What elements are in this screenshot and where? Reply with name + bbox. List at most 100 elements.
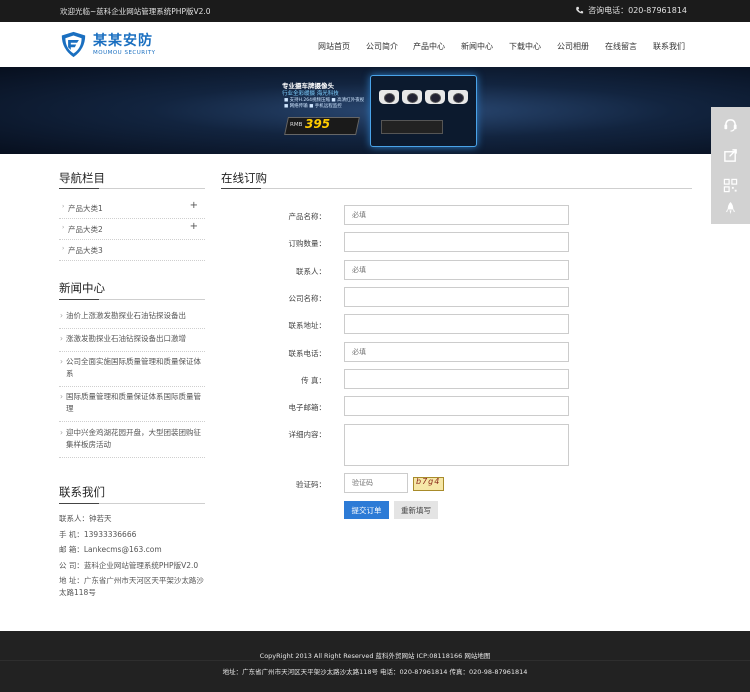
copyright-text: CopyRight 2013 All Right Reserved 蓝科外贸网站…: [259, 652, 491, 660]
sidebar-category-3[interactable]: › 产品大类3: [59, 240, 205, 261]
contact-section-title: 联系我们: [59, 485, 105, 499]
contact-company: 公 司：蓝科企业网站管理系统PHP版V2.0: [59, 560, 199, 570]
nav-download[interactable]: 下载中心: [509, 41, 541, 52]
footer: CopyRight 2013 All Right Reserved 蓝科外贸网站…: [0, 631, 750, 692]
banner-features: ■ 支持H.264视频压缩 ■ 高清红外夜视 ■ 网络传输 ■ 手机远程监控: [284, 98, 364, 110]
field-label: 联系人：: [296, 267, 326, 276]
back-to-top-rocket-icon[interactable]: [723, 201, 738, 216]
news-item[interactable]: › 油价上涨激发勘探业石油钻探设备出: [59, 310, 205, 329]
arrow-right-icon: ›: [60, 428, 63, 437]
site-logo[interactable]: 某某安防 MOUMOU SECURITY: [60, 31, 155, 58]
contact-section-underline: [59, 503, 205, 504]
field-label: 订购数量：: [288, 239, 327, 248]
company-input[interactable]: [344, 287, 569, 307]
banner[interactable]: 专业摄车牌摄像头 行业全彩缓摄 海光科技 ■ 支持H.264视频压缩 ■ 高清红…: [0, 67, 750, 154]
form-row-phone: 联系电话：: [220, 342, 680, 362]
price-value: 395: [305, 117, 331, 131]
news-title[interactable]: 油价上涨激发勘探业石油钻探设备出: [59, 310, 205, 328]
contact-person-input[interactable]: [344, 260, 569, 280]
form-row-email: 电子邮箱：: [220, 396, 680, 416]
captcha-input[interactable]: [344, 473, 408, 493]
price-currency: RMB: [290, 122, 303, 128]
fax-input[interactable]: [344, 369, 569, 389]
news-title[interactable]: 公司全面实施国际质量管理和质量保证体系: [59, 356, 205, 386]
news-title[interactable]: 涨激发勘探业石油钻探设备出口激增: [59, 333, 205, 351]
news-item[interactable]: › 涨激发勘探业石油钻探设备出口激增: [59, 333, 205, 352]
form-row-captcha: 验证码：: [220, 473, 680, 493]
nav-album[interactable]: 公司相册: [557, 41, 589, 52]
captcha-image[interactable]: b7g4: [413, 477, 444, 491]
quantity-input[interactable]: [344, 232, 569, 252]
contact-info: 联系人：钟若天 手 机：13933336666 邮 箱：Lankecms@163…: [59, 513, 205, 598]
reset-form-button[interactable]: 重新填写: [394, 501, 438, 519]
arrow-right-icon: ›: [60, 357, 63, 366]
form-row-address: 联系地址：: [220, 314, 680, 334]
phone-icon: [576, 6, 584, 14]
arrow-right-icon: ›: [60, 334, 63, 343]
category-label: 产品大类2: [68, 225, 103, 234]
nav-about[interactable]: 公司简介: [366, 41, 398, 52]
news-section-underline: [59, 299, 205, 300]
phone-info: 咨询电话：020-87961814: [575, 5, 687, 16]
side-toolbar: [711, 107, 750, 224]
phone-text: 咨询电话：020-87961814: [588, 6, 687, 15]
field-label: 验证码：: [296, 480, 326, 489]
news-item[interactable]: › 国际质量管理和质量保证体系国际质量管理: [59, 391, 205, 422]
share-icon[interactable]: [723, 148, 738, 163]
category-label: 产品大类1: [68, 204, 103, 213]
field-label: 传 真：: [301, 376, 326, 385]
address-input[interactable]: [344, 314, 569, 334]
nav-message[interactable]: 在线留言: [605, 41, 637, 52]
banner-subtitle: 行业全彩缓摄 海光科技: [282, 91, 339, 97]
nav-section-title: 导航栏目: [59, 171, 105, 185]
form-row-contact-person: 联系人：: [220, 260, 680, 280]
news-title[interactable]: 国际质量管理和质量保证体系国际质量管理: [59, 391, 205, 421]
field-label: 公司名称：: [288, 294, 327, 303]
page-title-underline: [221, 188, 692, 189]
phone-input[interactable]: [344, 342, 569, 362]
nav-products[interactable]: 产品中心: [413, 41, 445, 52]
field-label: 电子邮箱：: [288, 403, 327, 412]
logo-name-en: MOUMOU SECURITY: [93, 49, 156, 56]
footer-address: 地址：广东省广州市天河区天平架沙太路沙太路118号 电话：020-8796181…: [222, 668, 528, 676]
field-label: 联系地址：: [288, 321, 327, 330]
nav-home[interactable]: 网站首页: [318, 41, 350, 52]
customer-service-icon[interactable]: [723, 117, 738, 132]
camera-image: [379, 90, 399, 104]
dvr-image: [381, 120, 443, 134]
arrow-right-icon: ›: [62, 203, 65, 210]
news-item[interactable]: › 公司全面实施国际质量管理和质量保证体系: [59, 356, 205, 387]
news-title[interactable]: 迎中兴金鸡湖花园开盘，大型团装团购征集样板房活动: [59, 427, 205, 457]
news-section-title: 新闻中心: [59, 281, 105, 295]
contact-address: 地 址：广东省广州市天河区天平架沙太路沙太路118号: [59, 576, 204, 597]
nav-contact[interactable]: 联系我们: [653, 41, 685, 52]
contact-email: 邮 箱：Lankecms@163.com: [59, 545, 162, 554]
shield-logo-icon: [61, 31, 86, 58]
qrcode-icon[interactable]: [723, 178, 738, 193]
form-row-company: 公司名称：: [220, 287, 680, 307]
footer-divider: [0, 660, 750, 661]
email-input[interactable]: [344, 396, 569, 416]
product-name-input[interactable]: [344, 205, 569, 225]
form-row-product-name: 产品名称：: [220, 205, 680, 225]
camera-image: [402, 90, 422, 104]
form-row-fax: 传 真：: [220, 369, 680, 389]
sidebar-category-2[interactable]: › 产品大类2 +: [59, 219, 205, 240]
form-row-quantity: 订购数量：: [220, 232, 680, 252]
sidebar-category-1[interactable]: › 产品大类1 +: [59, 198, 205, 219]
logo-name: 某某安防: [93, 32, 153, 49]
nav-section-underline: [59, 188, 205, 189]
news-item[interactable]: › 迎中兴金鸡湖花园开盘，大型团装团购征集样板房活动: [59, 427, 205, 458]
welcome-text: 欢迎光临~蓝科企业网站管理系统PHP版V2.0: [60, 7, 211, 16]
arrow-right-icon: ›: [62, 245, 65, 252]
arrow-right-icon: ›: [60, 311, 63, 320]
arrow-right-icon: ›: [60, 392, 63, 401]
nav-news[interactable]: 新闻中心: [461, 41, 493, 52]
submit-order-button[interactable]: 提交订单: [344, 501, 389, 519]
expand-plus-icon[interactable]: +: [190, 221, 198, 232]
product-image: [370, 75, 477, 147]
details-textarea[interactable]: [344, 424, 569, 466]
field-label: 产品名称：: [288, 212, 327, 221]
expand-plus-icon[interactable]: +: [190, 200, 198, 211]
header: 某某安防 MOUMOU SECURITY 网站首页 公司简介 产品中心 新闻中心…: [0, 22, 750, 67]
